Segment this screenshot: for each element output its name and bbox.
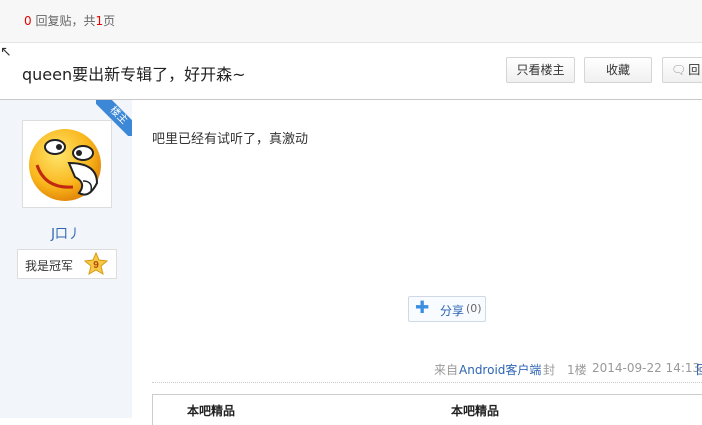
level-name: 我是冠军 <box>25 259 74 273</box>
share-plus-icon: ✚ <box>415 298 430 318</box>
only-op-button[interactable]: 只看楼主 <box>506 57 575 83</box>
jingpin-label-right[interactable]: 本吧精品 <box>451 402 499 419</box>
post-seal-link[interactable]: 封 <box>543 361 555 378</box>
reply-button-label: 回 <box>688 63 701 77</box>
jingpin-label-left[interactable]: 本吧精品 <box>187 402 235 419</box>
page-count-number: 1 <box>95 14 104 28</box>
level-number: 9 <box>93 260 99 271</box>
reply-count: 0 回复贴，共1页 <box>24 12 115 29</box>
reply-summary-bar: 0 回复贴，共1页 <box>0 0 702 43</box>
reply-count-text: 回复贴，共 <box>31 14 96 28</box>
thread-title: queen要出新专辑了，好开森~ <box>22 65 246 84</box>
thread-title-bar: queen要出新专辑了，好开森~ 只看楼主 收藏 🗨 回 <box>0 43 702 100</box>
cursor-icon: ↖ <box>0 44 12 60</box>
reply-icon: 🗨 <box>671 63 687 77</box>
post-time: 2014-09-22 14:13 <box>592 361 701 375</box>
share-count: (0) <box>466 302 482 315</box>
page-unit-text: 页 <box>103 14 116 28</box>
post-divider <box>152 382 702 383</box>
op-corner-badge: 楼主 <box>96 100 132 136</box>
reply-button[interactable]: 🗨 回 <box>662 57 702 83</box>
op-badge-label: 楼主 <box>96 100 132 136</box>
favorite-button[interactable]: 收藏 <box>584 57 652 83</box>
level-star-icon: 9 <box>84 252 108 276</box>
reply-count-number: 0 <box>24 14 32 28</box>
share-label: 分享 <box>440 304 465 318</box>
jingpin-box: 本吧精品 本吧精品 <box>152 394 702 425</box>
post-source-prefix: 来自 <box>434 363 459 377</box>
post-reply-link[interactable]: 回 <box>696 361 702 378</box>
level-badge-box[interactable]: 我是冠军 9 <box>17 249 117 279</box>
share-button[interactable]: ✚ 分享 (0) <box>408 296 486 322</box>
author-username[interactable]: J口丿 <box>0 223 132 242</box>
post-content: 吧里已经有试听了，真激动 <box>152 132 309 147</box>
post-floor: 1楼 <box>567 363 587 377</box>
post-client-link[interactable]: Android客户端 <box>459 361 541 378</box>
